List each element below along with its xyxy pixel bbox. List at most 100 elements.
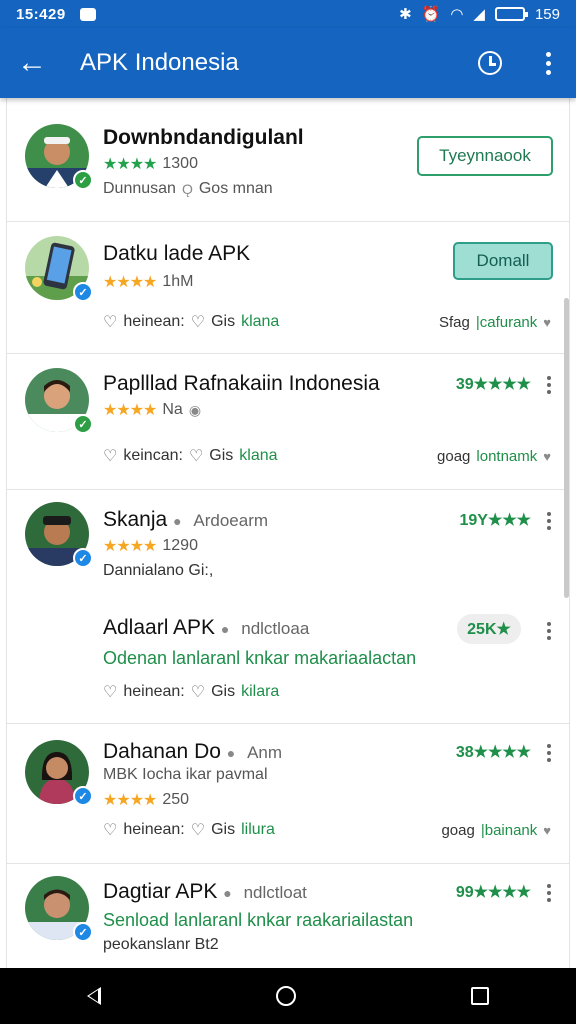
item-actions: ♡ heinean: ♡ Gis klana	[103, 312, 279, 332]
item-subtitle: MBK Iocha ikar pavmal	[103, 766, 268, 783]
star-rating: ★★★★	[103, 402, 157, 419]
dot	[547, 390, 551, 394]
rating-right: 39★★★★	[455, 376, 531, 393]
more-vertical-icon	[545, 51, 551, 57]
dot	[547, 629, 551, 633]
thumb-icon[interactable]: ♡	[103, 820, 117, 840]
verified-icon: ●	[223, 885, 232, 901]
action-label: heinean:	[123, 683, 185, 700]
search-icon: Ǫ	[181, 181, 193, 197]
rating-count: Na	[162, 401, 183, 418]
title-text: Dahanan Do	[103, 740, 221, 763]
app-actions	[460, 28, 576, 98]
item-right-link[interactable]: goag |bainank ♥	[441, 822, 551, 839]
action-link[interactable]: lilura	[241, 821, 275, 839]
more-options-button[interactable]	[520, 28, 576, 98]
item-rating: ★★★★ Na ◉	[103, 400, 201, 420]
verified-icon: ●	[220, 621, 230, 637]
list-item[interactable]: ✓ Datku lade APK ★★★★ 1hM ♡ heinean: ♡ G…	[7, 222, 569, 354]
item-subtitle: Dannialano Gi:,	[103, 562, 214, 579]
back-button[interactable]: ←	[0, 28, 64, 98]
item-title[interactable]: Dahanan Do ● Anm	[103, 740, 282, 764]
star-rating: ★★★★	[103, 274, 157, 291]
title-suffix: Ardoearm	[193, 511, 269, 530]
dot	[547, 376, 551, 380]
check-badge-icon: ✓	[73, 922, 93, 942]
item-menu-button[interactable]	[545, 376, 553, 394]
list-item[interactable]: ✓ Skanja ● Ardoearm ★★★★ 1290 Dannialano…	[7, 490, 569, 724]
battery-text: 159	[534, 5, 560, 23]
item-menu-button[interactable]	[545, 884, 553, 902]
app-list[interactable]: ✓ Downbndandigulanl ★★★★ 1300 Dunnusan Ǫ…	[6, 98, 570, 968]
comment-icon[interactable]: ♡	[191, 820, 205, 840]
dot	[547, 898, 551, 902]
item-menu-button[interactable]	[545, 512, 553, 530]
action-link[interactable]: kilara	[241, 683, 279, 701]
heart-icon[interactable]: ♡	[191, 682, 205, 702]
avatar: ✓	[25, 124, 93, 190]
comment-icon[interactable]: ♡	[191, 312, 205, 332]
item-rating: ★★★★ 250	[103, 790, 189, 810]
item-right-link[interactable]: goag lontnamk ♥	[437, 448, 551, 465]
item-title[interactable]: Downbndandigulanl	[103, 126, 304, 150]
item-title[interactable]: Datku lade APK	[103, 242, 250, 266]
signal-icon: ◢	[473, 5, 485, 23]
check-badge-icon: ✓	[73, 282, 93, 302]
item-title[interactable]: Dagtiar APK ● ndlctloat	[103, 880, 307, 904]
nav-back-icon[interactable]	[87, 987, 102, 1005]
message-icon	[79, 7, 96, 21]
item-title-secondary[interactable]: Adlaarl APK ● ndlctloaa	[103, 616, 309, 640]
star-rating: ★★★★	[103, 792, 157, 809]
action-link[interactable]: klana	[241, 313, 279, 331]
avatar: ✓	[25, 502, 93, 568]
dot	[547, 636, 551, 640]
nav-recents-icon[interactable]	[470, 987, 489, 1005]
status-time: 15:429	[16, 5, 66, 23]
action-label-2: Gis	[211, 821, 236, 838]
verified-icon: ●	[226, 745, 236, 761]
dot	[547, 622, 551, 626]
dot	[547, 751, 551, 755]
more-dot	[545, 69, 551, 75]
item-right-link[interactable]: Sfag |cafurank ♥	[439, 314, 551, 331]
title-suffix: ndlctloat	[243, 883, 307, 902]
link-prefix: goag	[437, 448, 471, 465]
list-item[interactable]: ✓ Dagtiar APK ● ndlctloat Senload lanlar…	[7, 864, 569, 968]
item-menu-button[interactable]	[545, 622, 553, 640]
heart-icon[interactable]: ♡	[103, 682, 117, 702]
nav-home-icon[interactable]	[275, 986, 296, 1006]
timer-button[interactable]	[460, 28, 520, 98]
rating-count: 1300	[162, 155, 198, 172]
action-label-2: Gis	[211, 313, 236, 330]
scrollbar[interactable]	[564, 298, 569, 598]
rating-pill: 25K★	[457, 614, 521, 644]
list-item[interactable]: ✓ Dahanan Do ● Anm MBK Iocha ikar pavmal…	[7, 724, 569, 864]
title-suffix: ndlctloaa	[241, 619, 310, 638]
dot	[547, 884, 551, 888]
arrow-left-icon: ←	[17, 46, 47, 79]
thumb-icon[interactable]: ♡	[103, 446, 117, 466]
item-rating: ★★★★ 1hM	[103, 272, 194, 292]
alarm-icon: ⏰	[421, 5, 441, 23]
dot	[547, 519, 551, 523]
item-title[interactable]: Skanja ● Ardoearm	[103, 508, 268, 532]
action-link[interactable]: klana	[239, 447, 277, 465]
more-dot	[545, 60, 551, 66]
download-button[interactable]: Domall	[453, 242, 553, 280]
rating-count: 1hM	[162, 273, 194, 290]
title-suffix: Anm	[247, 743, 283, 762]
dot	[547, 526, 551, 530]
page-title: APK Indonesia	[80, 49, 239, 76]
item-menu-button[interactable]	[545, 744, 553, 762]
primary-action-button[interactable]: Tyeynnaook	[417, 136, 553, 176]
dot	[547, 758, 551, 762]
item-subtitle: peokanslanr Bt2	[103, 936, 219, 953]
item-title[interactable]: Paplllad Rafnakaiin Indonesia	[103, 372, 380, 396]
star-rating: ★★★★	[103, 156, 157, 173]
list-item[interactable]: ✓ Paplllad Rafnakaiin Indonesia ★★★★ Na …	[7, 354, 569, 490]
thumb-icon[interactable]: ♡	[103, 312, 117, 332]
system-nav-bar	[0, 968, 576, 1024]
list-item[interactable]: ✓ Downbndandigulanl ★★★★ 1300 Dunnusan Ǫ…	[7, 98, 569, 222]
comment-icon[interactable]: ♡	[189, 446, 203, 466]
wifi-icon: ◠	[450, 5, 464, 23]
